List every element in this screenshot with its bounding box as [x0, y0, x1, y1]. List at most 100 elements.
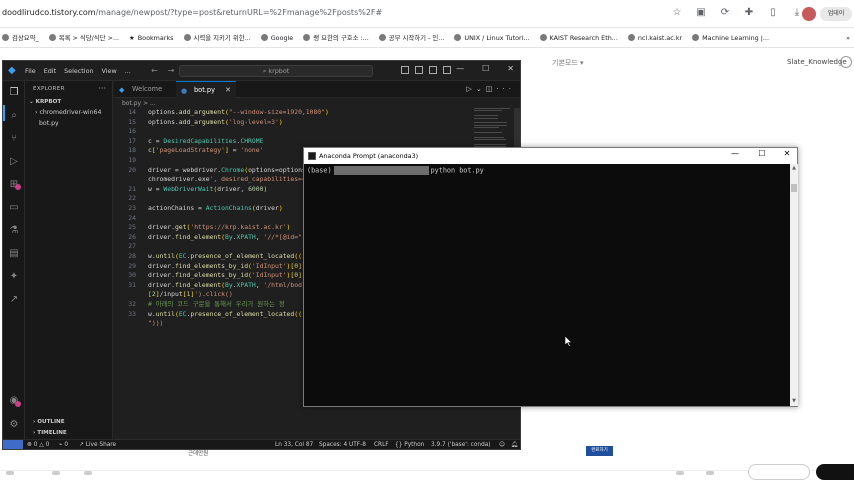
code-line[interactable]: 15 options.add_argument('log-level=3') — [114, 118, 520, 127]
complete-button[interactable]: 완료하기 — [586, 446, 613, 456]
menu-selection[interactable]: Selection — [64, 67, 93, 75]
update-button[interactable]: 업데이 — [820, 7, 852, 21]
customize-layout-icon[interactable] — [443, 66, 451, 74]
bookmark-item[interactable]: 랭 요한의 구호소 :... — [303, 33, 369, 42]
terminal-scrollbar[interactable]: ▲ ▼ — [790, 164, 798, 406]
feedback-icon[interactable]: ☺ — [499, 440, 505, 449]
indentation[interactable]: Spaces: 4 — [319, 440, 347, 449]
line-ending[interactable]: CRLF — [374, 440, 389, 449]
live-share-button[interactable]: ↗ Live Share — [79, 440, 116, 449]
publish-button[interactable] — [816, 464, 854, 480]
run-icon[interactable]: ▷ — [466, 85, 475, 93]
scroll-down-icon[interactable]: ▼ — [790, 398, 798, 404]
chevron-down-icon[interactable]: ⌄ — [476, 85, 486, 93]
maximize-icon[interactable]: ☐ — [750, 149, 774, 158]
bookmark-item[interactable]: ★ Bookmarks — [129, 34, 173, 42]
run-debug-icon[interactable]: ▷ — [8, 156, 20, 168]
explorer-icon[interactable]: ❐ — [8, 87, 20, 99]
outline-section[interactable]: › OUTLINE — [33, 419, 65, 425]
command-center-search[interactable]: ⌕ krpbot — [179, 65, 373, 77]
source-control-icon[interactable]: ⑂ — [8, 133, 20, 145]
footer-control-icon[interactable] — [706, 471, 714, 475]
python-icon[interactable]: ✦ — [8, 271, 20, 283]
minimap-line — [474, 124, 507, 126]
ports-indicator[interactable]: ⌁ 0 — [59, 440, 68, 449]
language-mode[interactable]: {} Python — [395, 440, 424, 449]
toggle-panel-icon[interactable] — [415, 66, 423, 74]
bookmark-item[interactable]: 시력을 지키기 위한... — [183, 33, 251, 42]
tree-item-file[interactable]: bot.py — [39, 120, 59, 127]
close-icon[interactable]: ✕ — [775, 149, 799, 158]
footer-control-icon[interactable] — [52, 471, 60, 475]
scroll-thumb[interactable] — [791, 184, 797, 192]
line-number: 31 — [128, 280, 136, 289]
puzzle-icon[interactable]: ✚ — [742, 6, 756, 20]
anaconda-titlebar: Anaconda Prompt (anaconda3) — ☐ ✕ — [304, 148, 797, 164]
address-bar[interactable]: doodlirudco.tistory.com/manage/newpost/?… — [2, 8, 382, 17]
encoding[interactable]: UTF-8 — [349, 440, 366, 449]
split-editor-icon[interactable]: ◫ — [486, 85, 497, 93]
code-text: # 아래의 코드 구문을 통해서 우리가 원하는 정 — [148, 300, 285, 308]
remote-indicator-icon[interactable] — [3, 440, 23, 449]
extension-icon-1[interactable]: ▣ — [694, 6, 708, 20]
star-icon[interactable]: ☆ — [670, 6, 684, 20]
footer-control-icon[interactable] — [84, 471, 92, 475]
more-actions-icon[interactable]: ··· — [98, 84, 106, 93]
bookmark-item[interactable]: ncl.kaist.ac.kr — [627, 34, 682, 42]
close-icon[interactable]: ✕ — [507, 64, 514, 73]
gear-icon[interactable]: ⚙ — [8, 419, 20, 431]
bookmark-item[interactable]: KAIST Research Eth... — [539, 34, 618, 42]
maximize-icon[interactable]: ☐ — [482, 64, 489, 73]
search-icon[interactable]: ⌕ — [8, 110, 20, 122]
avatar[interactable] — [802, 7, 816, 21]
bookmark-item[interactable]: 공부 시작하기 - 인... — [378, 33, 444, 42]
sync-icon[interactable]: ⟳ — [718, 6, 732, 20]
editor-mode-select[interactable]: 기본모드 ▾ — [552, 58, 584, 68]
code-line[interactable]: 17 c = DesiredCapabilities.CHROME — [114, 137, 520, 146]
menu-view[interactable]: View — [102, 67, 117, 75]
code-line[interactable]: 14 options.add_argument("--window-size=19… — [114, 108, 520, 117]
timeline-section[interactable]: › TIMELINE — [33, 430, 67, 436]
bookmark-item[interactable]: UNIX / Linux Tutori... — [454, 34, 530, 42]
more-actions-icon[interactable]: ··· — [496, 85, 515, 93]
circle-icon[interactable] — [840, 56, 852, 68]
footer-control-icon[interactable] — [676, 471, 684, 475]
menu-edit[interactable]: Edit — [44, 67, 56, 75]
project-folder[interactable]: ⌄ KRPBOT — [29, 99, 61, 105]
minimize-icon[interactable]: — — [723, 149, 747, 158]
close-tab-icon[interactable]: ✕ — [225, 82, 231, 99]
toggle-sidebar-icon[interactable] — [401, 66, 409, 74]
cursor-position[interactable]: Ln 33, Col 87 — [275, 440, 313, 449]
bookmark-item[interactable]: 목록 > 식당/식단 >... — [48, 33, 119, 42]
tab-welcome[interactable]: ◆ Welcome — [114, 81, 176, 98]
breadcrumb[interactable]: bot.py > ... — [122, 100, 156, 107]
code-line[interactable]: 16 — [114, 127, 520, 136]
scroll-up-icon[interactable]: ▲ — [790, 165, 798, 171]
terminal-output[interactable]: (base) python bot.py — [304, 164, 790, 406]
remote-explorer-icon[interactable]: ▭ — [8, 202, 20, 214]
blog-name[interactable]: Slate_Knowledge — [787, 58, 847, 66]
toggle-secondary-sidebar-icon[interactable] — [429, 66, 437, 74]
minimize-icon[interactable]: — — [456, 64, 464, 73]
terminal-line: (base) python bot.py — [307, 166, 484, 175]
bookmark-item[interactable]: 검상요약_ — [2, 33, 39, 42]
live-share-icon[interactable]: ↗ — [8, 294, 20, 306]
menu-file[interactable]: File — [25, 67, 36, 75]
bookmarks-overflow-icon[interactable]: » — [846, 34, 850, 42]
testing-icon[interactable]: ⚗ — [8, 225, 20, 237]
account-badge — [15, 401, 21, 407]
bookmark-item[interactable]: Google — [260, 34, 293, 42]
code-text: w = WebDriverWait(driver, 6000) — [148, 184, 268, 193]
notifications-icon[interactable]: 🔔︎ — [511, 440, 518, 449]
footer-control-icon[interactable] — [6, 471, 14, 475]
code-text: driver.find_elements_by_id('IdInput')[0] — [148, 271, 302, 280]
bookmark-item[interactable]: Machine Learning |... — [692, 34, 769, 42]
temp-save-button[interactable] — [748, 464, 810, 480]
sidebar-icon[interactable]: ▯ — [766, 6, 780, 20]
tree-item-folder[interactable]: › chromedriver-win64 — [35, 109, 101, 116]
tab-bot-py[interactable]: ● bot.py ✕ — [176, 81, 236, 98]
menu-more[interactable]: ... — [125, 67, 131, 75]
notebook-icon[interactable]: ▤ — [8, 248, 20, 260]
problems-indicator[interactable]: ⊗ 0 △ 0 — [27, 440, 49, 449]
python-interpreter[interactable]: 3.9.7 ('base': conda) — [431, 440, 491, 449]
